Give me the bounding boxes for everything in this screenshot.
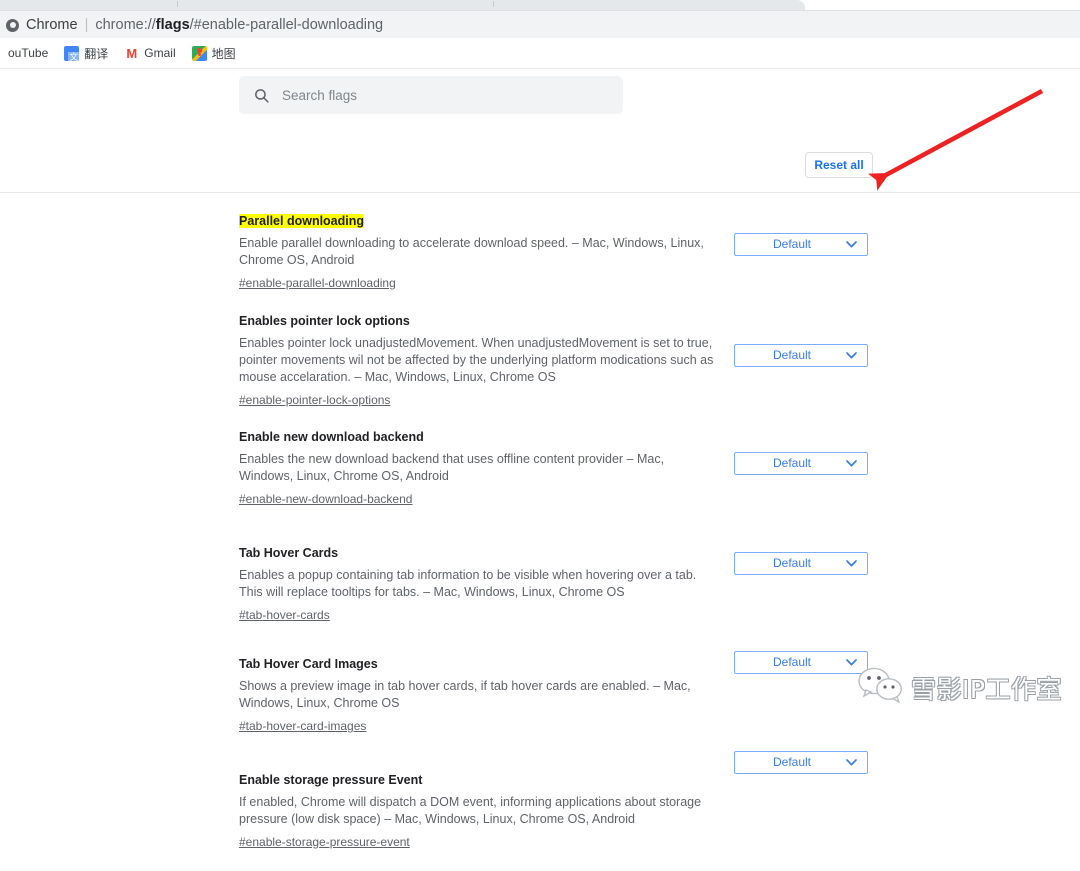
flag-description: Enable parallel downloading to accelerat… bbox=[239, 236, 704, 267]
bookmark-translate[interactable]: 翻译 bbox=[64, 45, 108, 62]
flag-text-block: Tab Hover Cards Enables a popup containin… bbox=[239, 544, 721, 624]
flag-title-row: Tab Hover Cards bbox=[239, 544, 721, 562]
flag-title: Enables pointer lock options bbox=[239, 314, 410, 328]
flag-row: Tab Hover Card Images Shows a preview ima… bbox=[0, 651, 1080, 755]
flag-select-wrapper: DefaultEnabledDisabled bbox=[734, 344, 868, 367]
bookmark-label: Gmail bbox=[144, 46, 176, 60]
browser-tab[interactable] bbox=[0, 0, 805, 10]
flag-select-wrapper: DefaultEnabledDisabled bbox=[734, 233, 868, 256]
flag-row: Parallel downloading Enable parallel down… bbox=[0, 212, 1080, 312]
flag-state-select[interactable]: DefaultEnabledDisabled bbox=[734, 651, 868, 674]
flag-description: Enables the new download backend that us… bbox=[239, 452, 665, 483]
flag-description: Enables pointer lock unadjustedMovement.… bbox=[239, 336, 714, 384]
gmail-icon: M bbox=[124, 45, 140, 61]
flag-title-row: Tab Hover Card Images bbox=[239, 655, 721, 673]
site-chip-label: Chrome bbox=[26, 17, 78, 33]
flag-permalink[interactable]: #enable-storage-pressure-event bbox=[239, 834, 410, 850]
flag-title-row: Enable new download backend bbox=[239, 428, 721, 446]
header-divider bbox=[0, 192, 1080, 193]
bookmark-youtube[interactable]: ouTube bbox=[0, 46, 48, 61]
url-bold-segment: flags bbox=[155, 17, 190, 33]
flag-item: Enable storage pressure Event If enabled,… bbox=[239, 751, 869, 871]
bookmark-maps[interactable]: 地图 bbox=[191, 45, 236, 62]
url-suffix: /#enable-parallel-downloading bbox=[189, 17, 384, 33]
flag-title: Tab Hover Card Images bbox=[239, 657, 378, 671]
flag-row: Enables pointer lock options Enables poin… bbox=[0, 312, 1080, 412]
search-input[interactable] bbox=[282, 87, 602, 103]
flag-select-wrapper: DefaultEnabledDisabled bbox=[734, 452, 868, 475]
omnibox-url: chrome://flags/#enable-parallel-download… bbox=[95, 17, 383, 33]
flag-title-row: Enables pointer lock options bbox=[239, 312, 721, 330]
address-bar[interactable]: Chrome | chrome://flags/#enable-parallel… bbox=[0, 10, 1080, 39]
flag-row: Enable storage pressure Event If enabled,… bbox=[0, 751, 1080, 871]
flag-title: Parallel downloading bbox=[239, 214, 365, 228]
flag-text-block: Tab Hover Card Images Shows a preview ima… bbox=[239, 655, 721, 735]
bookmark-label: 翻译 bbox=[84, 46, 109, 61]
tab-divider bbox=[493, 1, 494, 7]
flag-description: Shows a preview image in tab hover cards… bbox=[239, 679, 691, 710]
flag-item: Tab Hover Card Images Shows a preview ima… bbox=[239, 651, 869, 755]
flag-state-select[interactable]: DefaultEnabledDisabled bbox=[734, 344, 868, 367]
flag-permalink[interactable]: #tab-hover-cards bbox=[239, 607, 330, 623]
omnibox-separator: | bbox=[84, 17, 89, 33]
flag-item: Enable new download backend Enables the n… bbox=[239, 428, 869, 528]
search-row bbox=[0, 76, 1080, 130]
flag-text-block: Parallel downloading Enable parallel down… bbox=[239, 212, 721, 292]
flag-text-block: Enable new download backend Enables the n… bbox=[239, 428, 721, 508]
flag-select-wrapper: DefaultEnabledDisabled bbox=[734, 751, 868, 774]
bookmarks-bar: ouTube 翻译 M Gmail 地图 bbox=[0, 38, 1080, 69]
bookmark-label: ouTube bbox=[8, 46, 49, 60]
flag-title: Enable new download backend bbox=[239, 430, 424, 444]
bookmark-label: 地图 bbox=[211, 46, 236, 61]
flag-state-select[interactable]: DefaultEnabledDisabled bbox=[734, 452, 868, 475]
flag-title: Enable storage pressure Event bbox=[239, 773, 423, 787]
tab-divider bbox=[177, 1, 178, 7]
flag-select-wrapper: DefaultEnabledDisabled bbox=[734, 651, 868, 674]
flag-item: Enables pointer lock options Enables poin… bbox=[239, 312, 869, 412]
search-icon bbox=[253, 87, 270, 104]
flag-title: Tab Hover Cards bbox=[239, 546, 339, 560]
flag-item: Parallel downloading Enable parallel down… bbox=[239, 212, 869, 312]
flag-row: Tab Hover Cards Enables a popup containin… bbox=[0, 544, 1080, 644]
search-flags-box[interactable] bbox=[239, 76, 623, 114]
flag-title-row: Parallel downloading bbox=[239, 212, 721, 230]
flag-permalink[interactable]: #enable-pointer-lock-options bbox=[239, 392, 390, 408]
flag-permalink[interactable]: #tab-hover-card-images bbox=[239, 718, 366, 734]
flag-state-select[interactable]: DefaultEnabledDisabled bbox=[734, 751, 868, 774]
flag-title-row: Enable storage pressure Event bbox=[239, 771, 721, 789]
chrome-logo-icon bbox=[6, 18, 19, 32]
flag-row: Enable new download backend Enables the n… bbox=[0, 428, 1080, 528]
url-prefix: chrome:// bbox=[95, 17, 156, 33]
flag-item: Tab Hover Cards Enables a popup containin… bbox=[239, 544, 869, 644]
reset-all-button[interactable]: Reset all bbox=[805, 152, 873, 178]
flag-permalink[interactable]: #enable-parallel-downloading bbox=[239, 275, 396, 291]
flag-description: If enabled, Chrome will dispatch a DOM e… bbox=[239, 795, 702, 826]
omnibox-content: Chrome | chrome://flags/#enable-parallel… bbox=[6, 17, 383, 33]
flag-permalink[interactable]: #enable-new-download-backend bbox=[239, 491, 412, 507]
google-maps-icon bbox=[191, 45, 207, 61]
flag-select-wrapper: DefaultEnabledDisabled bbox=[734, 552, 868, 575]
youtube-icon bbox=[0, 46, 3, 61]
google-translate-icon bbox=[64, 45, 80, 61]
browser-tab-strip bbox=[0, 0, 1080, 10]
flag-state-select[interactable]: DefaultEnabledDisabled bbox=[734, 552, 868, 575]
chrome-flags-page: Reset all Parallel downloading Enable par… bbox=[0, 69, 1080, 849]
flag-state-select[interactable]: DefaultEnabledDisabled bbox=[734, 233, 868, 256]
flag-text-block: Enable storage pressure Event If enabled,… bbox=[239, 771, 721, 851]
flag-description: Enables a popup containing tab informati… bbox=[239, 568, 697, 599]
bookmark-gmail[interactable]: M Gmail bbox=[124, 45, 176, 61]
flag-text-block: Enables pointer lock options Enables poin… bbox=[239, 312, 721, 409]
